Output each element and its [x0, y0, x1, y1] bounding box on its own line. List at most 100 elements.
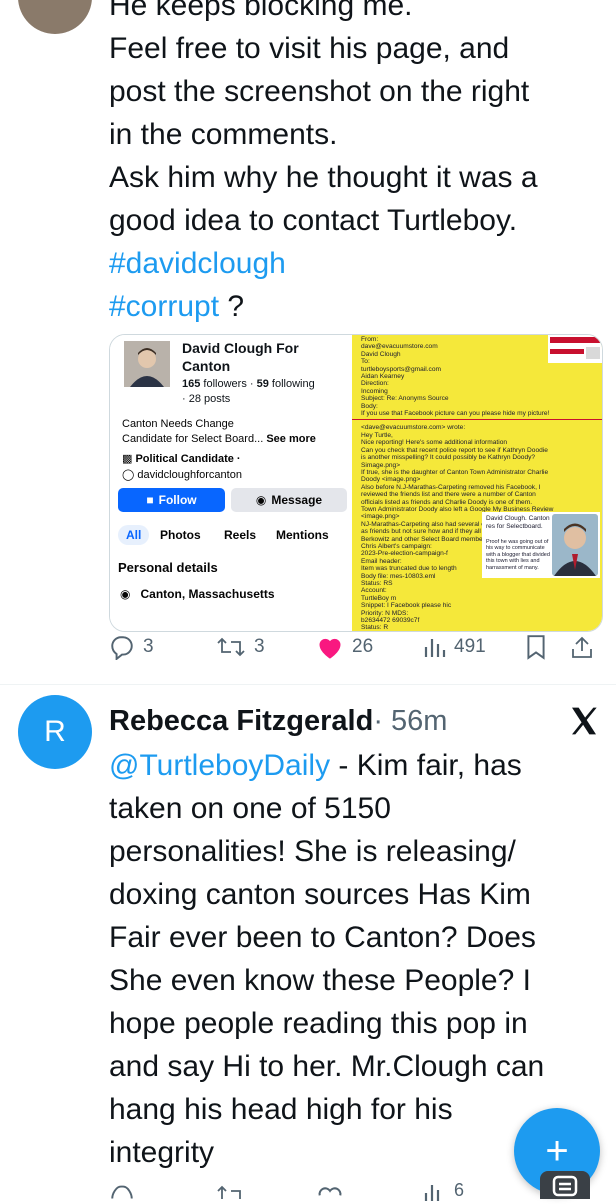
location-line: ◉ Canton, Massachusetts [120, 587, 275, 601]
views-button[interactable]: 6 [422, 1180, 464, 1201]
mention-link[interactable]: @TurtleboyDaily [109, 749, 330, 782]
reply-icon [109, 634, 135, 660]
posts-count: · 28 posts [182, 393, 230, 405]
photo-note: Proof he was going out of his way to com… [486, 539, 550, 571]
media-attachment[interactable]: David Clough For Canton 165 followers · … [109, 334, 603, 632]
views-count: 6 [454, 1180, 464, 1201]
email-line: Incoming [352, 388, 602, 395]
x-logo-icon [568, 705, 600, 737]
photo-caption: David Clough. Canton res for Selectboard… [486, 515, 550, 530]
category-line: ▩ Political Candidate · [122, 452, 241, 466]
following-label: following [269, 378, 315, 390]
bookmark-icon [525, 634, 547, 660]
candidate-photo [552, 514, 598, 576]
email-line: Status: R [352, 624, 476, 631]
share-button[interactable] [570, 634, 594, 660]
email-line: officials listed as friends and Charlie … [352, 499, 602, 506]
tweet-actions: 6 [0, 1180, 616, 1200]
email-line: Simage.png> [352, 462, 602, 469]
heart-icon[interactable] [316, 1184, 344, 1200]
follow-label: Follow [159, 493, 197, 507]
email-line: Can you check that recent police report … [352, 447, 602, 454]
facebook-profile-screenshot: David Clough For Canton 165 followers · … [110, 335, 352, 631]
tweet-divider [0, 684, 616, 685]
bookmark-button[interactable] [525, 634, 547, 660]
tweet-line: She even know these People? I [109, 959, 589, 1002]
heart-icon [316, 634, 344, 660]
email-line: Snippet: I Facebook please hic [352, 602, 476, 609]
hashtag-link[interactable]: #davidclough [109, 247, 286, 280]
instagram-handle: davidcloughforcanton [137, 469, 242, 481]
instagram-icon: ◯ [122, 469, 134, 481]
briefcase-icon: ▩ [122, 453, 132, 465]
follow-icon: ■ [146, 493, 153, 507]
tweet-text: @TurtleboyDaily - Kim fair, has taken on… [109, 744, 589, 1174]
email-line: is another misspelling? It could possibl… [352, 454, 602, 461]
bio-line: Canton Needs Change [122, 417, 234, 431]
profile-name-line: Canton [182, 358, 230, 374]
author-name[interactable]: Rebecca Fitzgerald [109, 705, 373, 737]
plus-icon: + [545, 1129, 568, 1174]
tab-mentions: Mentions [276, 528, 329, 542]
email-document-screenshot: From:dave@evacuumstore.comDavid CloughTo… [352, 335, 602, 631]
campaign-banner-image [548, 335, 602, 363]
like-button[interactable]: 26 [316, 634, 373, 660]
email-line: reviewed the friends list and there were… [352, 491, 602, 498]
tweet-time[interactable]: · 56m [373, 705, 447, 737]
author-avatar[interactable]: R [18, 695, 92, 769]
tweet-actions: 3 3 26 491 [0, 634, 616, 668]
tweet-line: in the comments. [109, 113, 599, 156]
views-button[interactable]: 491 [422, 634, 486, 660]
message-label: Message [271, 493, 322, 507]
email-line: TurtleBoy m [352, 595, 476, 602]
profile-photo [122, 339, 172, 389]
tweet-header: Rebecca Fitzgerald· 56m [109, 703, 447, 739]
email-line: Status: RS [352, 580, 602, 587]
reply-button[interactable]: 3 [109, 634, 154, 660]
email-line: <dave@evacuumstore.com> wrote: [352, 424, 602, 431]
followers-label: followers · [200, 378, 256, 390]
message-button: ◉ Message [231, 488, 347, 512]
tab-reels: Reels [224, 528, 256, 542]
retweet-icon[interactable] [216, 1184, 246, 1200]
author-avatar[interactable] [18, 0, 92, 34]
tweet-line: ? [219, 290, 244, 323]
tweet-line: hang his head high for his [109, 1088, 589, 1131]
tweet-line: Feel free to visit his page, and [109, 27, 599, 70]
email-line: b2634472 69039c7f [352, 617, 476, 624]
profile-name: David Clough For Canton [182, 339, 352, 375]
bio-text: Candidate for Select Board... [122, 433, 263, 445]
share-icon [570, 634, 594, 660]
tweet-line: Ask him why he thought it was a [109, 156, 599, 199]
grok-icon[interactable] [540, 1171, 590, 1199]
like-count: 26 [352, 636, 373, 658]
email-line: Nice reporting! Here's some additional i… [352, 439, 602, 446]
email-line: Also before N.J-Marathas-Carpeting remov… [352, 484, 602, 491]
views-count: 491 [454, 636, 486, 658]
tweet-line: Fair ever been to Canton? Does [109, 916, 589, 959]
email-line: Aidan Kearney [352, 373, 602, 380]
email-line: Body: [352, 403, 602, 410]
hashtag-link[interactable]: #corrupt [109, 290, 219, 323]
location-pin-icon: ◉ [120, 587, 130, 601]
tweet-line: personalities! She is releasing/ [109, 830, 589, 873]
tab-photos: Photos [160, 528, 201, 542]
location-text: Canton, Massachusetts [141, 587, 275, 601]
email-text: From:dave@evacuumstore.comDavid CloughTo… [352, 335, 602, 632]
email-line: Hey Turtle, [352, 432, 602, 439]
see-more-link: See more [266, 433, 316, 445]
retweet-button[interactable]: 3 [216, 634, 265, 660]
tweet-line: doxing canton sources Has Kim [109, 873, 589, 916]
email-line: turtleboysports@gmail.com [352, 366, 602, 373]
reply-icon[interactable] [109, 1184, 135, 1200]
views-icon [422, 1181, 446, 1201]
bio-line: Candidate for Select Board... See more [122, 432, 316, 446]
tweet-line: taken on one of 5150 [109, 787, 589, 830]
email-line: If you use that Facebook picture can you… [352, 410, 602, 417]
following-count: 59 [257, 378, 269, 390]
email-line: Priority: N MDS: [352, 610, 476, 617]
profile-name-line: David Clough For [182, 340, 299, 356]
tweet-line: hope people reading this pop in [109, 1002, 589, 1045]
tweet-line: He keeps blocking me. [109, 0, 599, 27]
email-line: Doody <image.png> [352, 476, 602, 483]
